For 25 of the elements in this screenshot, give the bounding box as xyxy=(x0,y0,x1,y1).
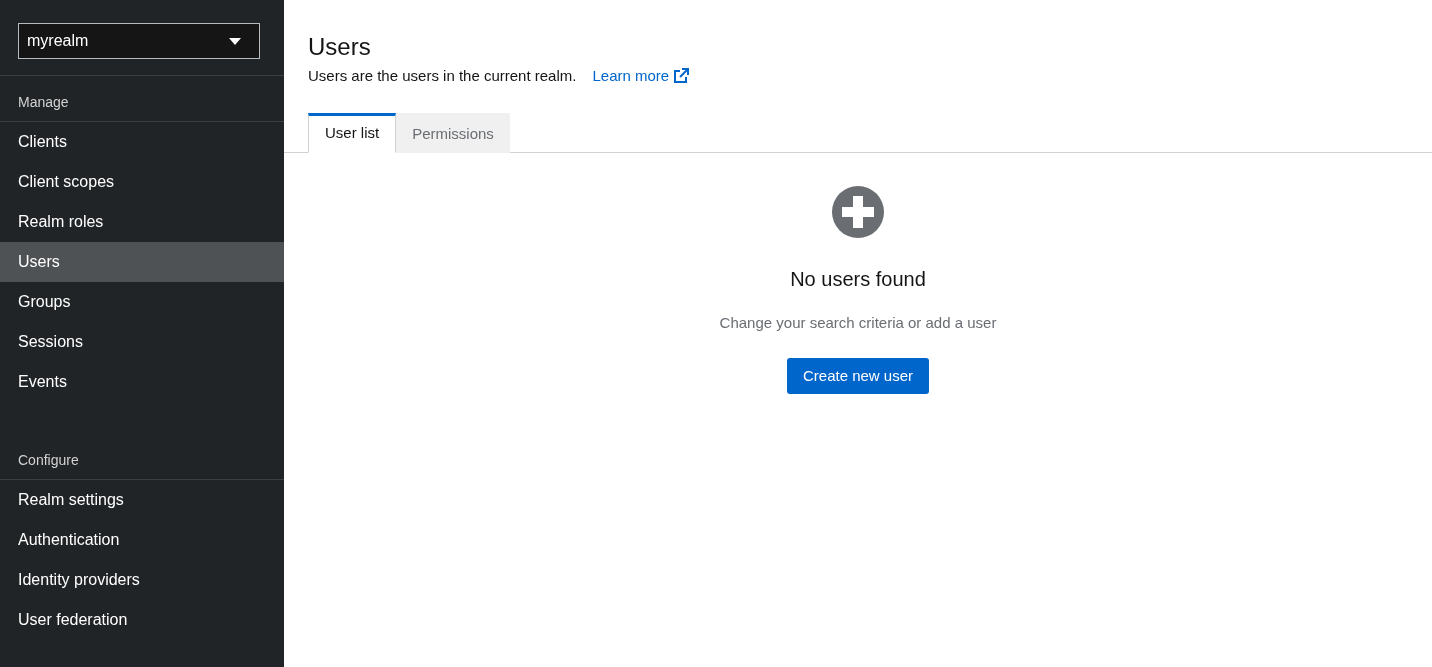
create-user-button[interactable]: Create new user xyxy=(786,358,930,394)
nav-item[interactable]: Realm settings xyxy=(0,480,284,520)
page-description: Users are the users in the current realm. xyxy=(308,66,577,86)
empty-state-message: Change your search criteria or add a user xyxy=(719,312,997,333)
section-heading: Manage xyxy=(18,93,69,112)
nav-item[interactable]: User federation xyxy=(0,600,284,640)
caret-icon xyxy=(229,37,241,45)
nav-item[interactable]: Groups xyxy=(0,282,284,322)
tab[interactable]: Permissions xyxy=(396,112,510,153)
external-link-icon xyxy=(673,68,690,85)
nav-item[interactable]: Client scopes xyxy=(0,162,284,202)
nav-item[interactable]: Events xyxy=(0,362,284,402)
add-icon xyxy=(832,185,884,238)
empty-state-title: No users found xyxy=(790,266,926,292)
realm-select[interactable]: myrealm xyxy=(18,23,260,59)
nav-item[interactable]: Realm roles xyxy=(0,202,284,242)
nav-item[interactable]: Users xyxy=(0,242,284,282)
section-heading: Configure xyxy=(18,451,79,470)
nav-item[interactable]: Identity providers xyxy=(0,560,284,600)
learn-more-link[interactable]: Learn more xyxy=(592,65,690,88)
nav-item[interactable]: Sessions xyxy=(0,322,284,362)
nav-item[interactable]: Authentication xyxy=(0,520,284,560)
nav-item[interactable]: Clients xyxy=(0,122,284,162)
tab[interactable]: User list xyxy=(308,112,397,153)
page-title: Users xyxy=(308,32,372,62)
